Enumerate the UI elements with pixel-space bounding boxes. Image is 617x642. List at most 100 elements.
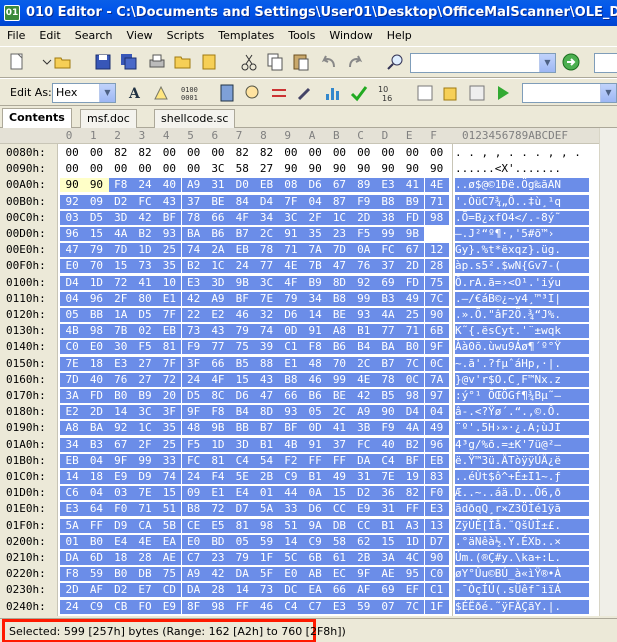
hex-byte[interactable]: 90	[60, 178, 85, 193]
hex-byte[interactable]: 03	[60, 210, 85, 225]
hex-byte[interactable]: D9	[132, 470, 158, 484]
new-file-icon[interactable]	[6, 51, 28, 73]
text-row[interactable]: ......<X'.......	[455, 162, 589, 176]
hex-byte[interactable]: 93	[351, 308, 376, 322]
hex-byte[interactable]: 05	[230, 534, 255, 549]
hex-byte[interactable]: 82	[109, 146, 133, 160]
hex-byte[interactable]: 9F	[181, 405, 206, 420]
hex-byte[interactable]: 00	[206, 146, 230, 160]
hex-byte[interactable]: 72	[205, 502, 231, 517]
hex-byte[interactable]: F8	[205, 405, 231, 420]
text-row[interactable]: ~.ã'.?fµˆáHp,·|.	[455, 356, 589, 371]
hex-byte[interactable]: 93	[278, 405, 303, 420]
hex-byte[interactable]: 79	[230, 551, 255, 565]
hex-byte[interactable]: B3	[375, 291, 401, 306]
hex-byte[interactable]: 78	[375, 372, 401, 387]
hex-byte[interactable]: C7	[303, 599, 328, 614]
text-row[interactable]: ¨º'.5H›»·¿.A;ùJI	[455, 421, 589, 436]
hex-byte[interactable]: 48	[181, 421, 206, 436]
text-row[interactable]: $ÉËðé.˜ÿFÄÇãY.|.	[455, 599, 589, 614]
hex-byte[interactable]: 7F	[157, 308, 182, 322]
hex-byte[interactable]: 4B	[60, 324, 85, 339]
hex-byte[interactable]: 10	[157, 275, 182, 290]
hex-byte[interactable]: 40	[84, 372, 109, 387]
hex-byte[interactable]: 67	[327, 178, 352, 193]
hex-byte[interactable]: 00	[352, 146, 376, 160]
menu-window[interactable]: Window	[322, 26, 379, 45]
hex-byte[interactable]: 24	[181, 372, 206, 387]
find-next-icon[interactable]	[560, 51, 582, 73]
hex-byte[interactable]: 04	[84, 453, 109, 468]
hex-byte[interactable]: 74	[254, 324, 279, 339]
hex-byte[interactable]: 71	[400, 324, 425, 339]
hex-byte[interactable]: D6	[230, 389, 255, 403]
hex-byte[interactable]: 41	[327, 421, 352, 436]
hex-byte[interactable]: D5	[132, 308, 158, 322]
hex-byte[interactable]: BA	[375, 340, 401, 355]
hex-byte[interactable]: 6B	[424, 324, 449, 339]
hex-byte[interactable]: C9	[278, 470, 303, 484]
hex-byte[interactable]: 39	[254, 340, 279, 355]
hex-byte[interactable]: 2F	[108, 291, 133, 306]
hex-byte[interactable]: E3	[375, 178, 401, 193]
hex-byte[interactable]: B6	[205, 227, 231, 241]
text-row[interactable]: .–/€áB©¿~y4¸™³I|	[455, 291, 589, 306]
hex-byte[interactable]: 2D	[84, 405, 109, 420]
hex-byte[interactable]: 1C	[205, 259, 231, 274]
hex-byte[interactable]: 2F	[132, 437, 158, 452]
hex-byte[interactable]: 83	[424, 470, 449, 484]
hex-byte[interactable]: 4F	[230, 210, 255, 225]
tab-shellcode[interactable]: shellcode.sc	[154, 109, 236, 128]
hex-byte[interactable]: 01	[254, 486, 279, 501]
hex-byte[interactable]: 8F	[181, 599, 206, 614]
hex-byte[interactable]: FD	[400, 275, 425, 290]
hex-byte[interactable]: D9	[108, 518, 133, 533]
hex-byte[interactable]: 3C	[132, 405, 158, 420]
hex-byte[interactable]: 9B	[205, 421, 231, 436]
hex-byte[interactable]: AF	[84, 583, 109, 598]
hex-byte[interactable]: 72	[157, 372, 182, 387]
hex-byte[interactable]: F9	[351, 194, 376, 209]
hex-byte[interactable]: 82	[254, 146, 278, 160]
hex-byte[interactable]: 70	[327, 356, 352, 371]
hex-byte[interactable]: B9	[303, 275, 328, 290]
hex-byte[interactable]: 9A	[303, 518, 328, 533]
hex-byte[interactable]: 4E	[424, 178, 449, 193]
hex-byte[interactable]: 4A	[108, 227, 133, 241]
hex-byte[interactable]: FD	[84, 389, 109, 403]
hex-byte[interactable]: AE	[375, 567, 401, 582]
hex-byte[interactable]: 33	[278, 502, 303, 517]
hex-byte[interactable]: B2	[132, 227, 158, 241]
hex-byte[interactable]: BF	[157, 210, 182, 225]
hex-byte[interactable]: 59	[351, 599, 376, 614]
hex-byte[interactable]: C4	[278, 599, 303, 614]
menu-search[interactable]: Search	[68, 26, 120, 45]
hex-byte[interactable]: 59	[254, 534, 279, 549]
hex-byte[interactable]: 81	[205, 453, 231, 468]
hex-byte[interactable]: 00	[109, 162, 133, 176]
binary-icon[interactable]: 0100 0001	[178, 82, 200, 104]
text-row[interactable]: Ô.rA.ã=›<O¹.'iýu	[455, 275, 589, 290]
hex-byte[interactable]: 18	[84, 470, 109, 484]
hex-byte[interactable]: 2D	[351, 210, 376, 225]
hex-byte[interactable]: 75	[230, 340, 255, 355]
hex-byte[interactable]: 49	[424, 421, 449, 436]
tab-msf-doc[interactable]: msf.doc	[80, 109, 137, 128]
hex-byte[interactable]: A9	[351, 405, 376, 420]
hex-byte[interactable]: E9	[351, 502, 376, 517]
hex-byte[interactable]: 2C	[351, 356, 376, 371]
hex-byte[interactable]: 46	[303, 372, 328, 387]
hex-byte[interactable]: C9	[84, 599, 109, 614]
hex-byte[interactable]: 98	[254, 518, 279, 533]
hex-byte[interactable]: 46	[254, 599, 279, 614]
hex-byte[interactable]: 05	[60, 308, 85, 322]
hex-byte[interactable]: 14	[230, 583, 255, 598]
hex-byte[interactable]: 41	[400, 178, 425, 193]
hex-byte[interactable]: 7B	[108, 324, 133, 339]
hex-byte[interactable]: 92	[60, 194, 85, 209]
undo-icon[interactable]	[318, 51, 340, 73]
hex-byte[interactable]: 01	[60, 534, 85, 549]
hex-byte[interactable]: 43	[205, 324, 231, 339]
hex-byte[interactable]: FC	[181, 453, 206, 468]
hex-byte[interactable]: EC	[327, 567, 352, 582]
